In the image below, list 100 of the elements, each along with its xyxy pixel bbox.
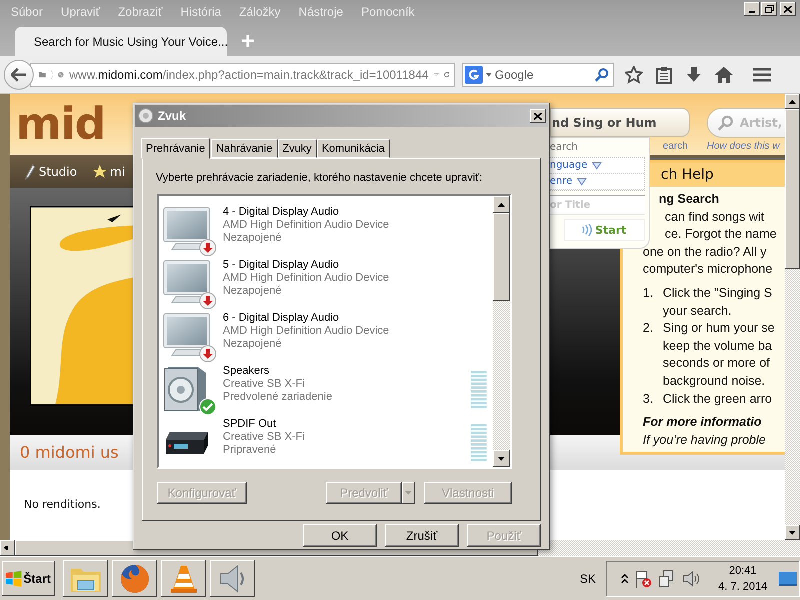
minimize-button[interactable] <box>744 2 760 16</box>
down-arrow-icon <box>498 456 505 460</box>
address-field[interactable]: www.midomi.com/index.php?action=main.track&track_id=10011844 <box>30 62 455 86</box>
pen-icon <box>24 164 36 180</box>
step-text: seconds or more of <box>663 355 771 372</box>
desktop-icon <box>779 572 797 586</box>
help-text: computer's microphone <box>643 261 774 278</box>
device-name: SPDIF Out <box>223 418 278 431</box>
help-text: can find songs wit <box>664 208 766 226</box>
device-driver: AMD High Definition Audio Device <box>223 272 390 285</box>
sing-search-button[interactable]: nd Sing or Hum <box>550 108 690 137</box>
device-name: 6 - Digital Display Audio <box>223 312 340 325</box>
taskbar-app-button[interactable] <box>112 560 157 597</box>
start-button[interactable]: Štart <box>2 561 55 596</box>
star-icon <box>93 164 108 178</box>
site-logo: mid <box>15 99 106 150</box>
more-info-text: If you’re having proble <box>643 432 767 449</box>
device-driver: Creative SB X-Fi <box>223 431 306 444</box>
up-arrow-icon <box>498 202 505 206</box>
taskbar-app-button[interactable] <box>63 560 108 597</box>
section-heading: 0 midomi us <box>20 443 119 462</box>
dialog-button[interactable]: Zrušiť <box>385 524 459 547</box>
close-icon <box>784 6 792 12</box>
plus-icon <box>242 35 254 47</box>
scroll-down-button[interactable] <box>493 450 510 467</box>
device-status: Nezapojené <box>223 285 283 298</box>
restore-icon <box>764 5 774 13</box>
browser-tab[interactable]: Search for Music Using Your Voice... <box>15 27 227 56</box>
device-item[interactable]: Speakers Creative SB X-Fi Predvolené zariadenie <box>159 363 493 416</box>
step-number: 1. <box>643 284 654 302</box>
window-title: Zvuk <box>158 109 186 123</box>
star-icon <box>625 66 643 84</box>
device-driver: Creative SB X-Fi <box>223 378 306 391</box>
clock[interactable]: 20:41 4. 7. 2014 <box>715 562 771 594</box>
help-heading: ng Search <box>659 191 720 208</box>
step-text: Sing or hum your se <box>663 320 775 338</box>
traffic-cone-icon <box>170 564 198 594</box>
clipboard-icon <box>656 66 672 84</box>
clock-time: 20:41 <box>729 564 757 578</box>
device-item[interactable]: 6 - Digital Display Audio AMD High Definition Audio Device Nezapojené <box>159 310 493 363</box>
step-text: Click the green arro <box>663 390 772 408</box>
device-driver: AMD High Definition Audio Device <box>223 219 390 232</box>
device-status: Nezapojené <box>223 338 283 351</box>
tab[interactable]: Prehrávanie <box>141 138 210 159</box>
dropdown-icon <box>592 162 602 170</box>
device-name: 5 - Digital Display Audio <box>223 259 340 272</box>
device-driver: AMD High Definition Audio Device <box>223 325 390 338</box>
language-indicator[interactable]: SK <box>580 572 604 586</box>
volume-icon <box>683 570 701 588</box>
close-button[interactable] <box>530 109 546 123</box>
firefox-icon <box>120 564 150 594</box>
empty-message: No renditions. <box>24 498 101 511</box>
search-icon <box>595 68 609 82</box>
up-chevron-icon <box>621 574 629 584</box>
device-status: Nezapojené <box>223 232 283 245</box>
back-arrow-icon <box>11 68 27 82</box>
tab[interactable]: Nahrávanie <box>211 139 278 158</box>
scroll-left-button[interactable] <box>0 540 15 556</box>
step-text: Click the "Singing S <box>663 284 772 302</box>
help-link[interactable]: earch <box>663 141 688 152</box>
scroll-down-button[interactable] <box>785 525 800 540</box>
back-button[interactable] <box>4 60 34 90</box>
instruction-text: Vyberte prehrávacie zariadenie, ktorého nastavenie chcete upraviť: <box>156 172 484 184</box>
nav-label: Studio <box>39 164 78 178</box>
caret-icon <box>486 72 492 76</box>
tab[interactable]: Zvuky <box>278 139 317 158</box>
close-button[interactable] <box>780 2 796 16</box>
device-item[interactable]: SPDIF Out Creative SB X-Fi Pripravené <box>159 416 493 467</box>
device-item[interactable]: 4 - Digital Display Audio AMD High Definition Audio Device Nezapojené <box>159 204 493 257</box>
popup-title: earch <box>550 142 580 153</box>
scroll-thumb[interactable] <box>785 109 800 269</box>
sound-waves-icon <box>582 224 592 236</box>
device-name: 4 - Digital Display Audio <box>223 206 340 219</box>
scroll-thumb[interactable] <box>493 213 510 301</box>
nav-link[interactable]: mi <box>93 164 126 178</box>
restore-button[interactable] <box>761 2 777 16</box>
search-field[interactable]: Google <box>462 62 614 86</box>
step-text: your search. <box>663 302 733 320</box>
windows-logo-icon <box>6 570 22 586</box>
down-arrow-icon <box>789 530 796 534</box>
more-info-heading: For more informatio <box>643 414 763 432</box>
search-icon <box>718 115 734 131</box>
help-link[interactable]: How does this w <box>707 141 780 152</box>
nav-link[interactable]: Studio <box>24 164 78 180</box>
left-arrow-icon <box>4 546 11 550</box>
flag-icon <box>635 570 653 588</box>
close-icon <box>534 112 542 120</box>
dialog-button[interactable]: OK <box>303 524 377 547</box>
taskbar-app-button[interactable] <box>161 560 206 597</box>
device-status: Predvolené zariadenie <box>223 391 334 404</box>
dropdown-icon <box>576 178 587 186</box>
step-text: keep the volume ba <box>663 338 774 355</box>
step-text: background noise. <box>663 372 766 390</box>
taskbar-app-button[interactable] <box>210 560 255 597</box>
device-name: Speakers <box>223 365 270 378</box>
scroll-up-button[interactable] <box>493 196 510 213</box>
scroll-up-button[interactable] <box>785 94 800 109</box>
device-item[interactable]: 5 - Digital Display Audio AMD High Definition Audio Device Nezapojené <box>159 257 493 310</box>
help-text: ce. Forgot the name <box>664 226 778 244</box>
tab[interactable]: Komunikácia <box>316 139 390 158</box>
